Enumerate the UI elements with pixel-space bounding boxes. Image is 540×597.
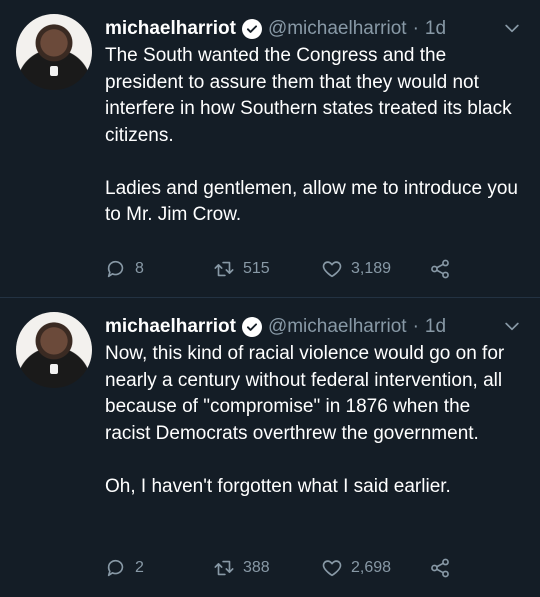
author-handle[interactable]: @michaelharriot <box>268 316 407 338</box>
avatar[interactable] <box>16 14 92 90</box>
author-name[interactable]: michaelharriot <box>105 18 236 40</box>
verified-badge-icon <box>241 317 262 337</box>
tweet-paragraph: The South wanted the Congress and the pr… <box>105 45 512 146</box>
like-count: 2,698 <box>351 559 392 576</box>
chevron-down-icon[interactable] <box>502 18 522 38</box>
retweet-count: 388 <box>243 559 270 576</box>
like-count: 3,189 <box>351 260 392 277</box>
share-button[interactable] <box>429 258 451 280</box>
share-icon <box>431 558 449 578</box>
tweet-header: michaelharriot @michaelharriot · 1d <box>105 14 520 44</box>
separator: · <box>412 316 419 337</box>
tweet-text: Now, this kind of racial violence would … <box>105 341 520 500</box>
tweet[interactable]: michaelharriot @michaelharriot · 1d Now,… <box>0 298 540 596</box>
share-icon <box>431 259 449 279</box>
like-button[interactable]: 3,189 <box>321 258 429 280</box>
retweet-count: 515 <box>243 260 270 277</box>
timestamp[interactable]: 1d <box>425 18 446 40</box>
heart-icon <box>322 261 342 278</box>
retweet-icon <box>214 560 234 576</box>
share-button[interactable] <box>429 557 451 579</box>
heart-icon <box>322 560 342 577</box>
chevron-down-icon[interactable] <box>502 316 522 336</box>
tweet-paragraph: Ladies and gentlemen, allow me to introd… <box>105 177 518 226</box>
author-name[interactable]: michaelharriot <box>105 316 236 338</box>
tweet-actions: 8 515 3,189 <box>105 257 540 281</box>
timestamp[interactable]: 1d <box>425 316 446 338</box>
retweet-icon <box>214 261 234 277</box>
reply-count: 2 <box>135 559 144 576</box>
tweet-actions: 2 388 2,698 <box>105 556 540 580</box>
separator: · <box>412 18 419 39</box>
reply-icon <box>107 260 124 278</box>
tweet-text: The South wanted the Congress and the pr… <box>105 43 520 229</box>
tweet-paragraph: Now, this kind of racial violence would … <box>105 343 505 444</box>
bowtie-detail <box>50 66 58 76</box>
tweet-header: michaelharriot @michaelharriot · 1d <box>105 312 520 342</box>
like-button[interactable]: 2,698 <box>321 557 429 579</box>
tweet-paragraph: Oh, I haven't forgotten what I said earl… <box>105 475 451 497</box>
author-handle[interactable]: @michaelharriot <box>268 18 407 40</box>
tweet[interactable]: michaelharriot @michaelharriot · 1d The … <box>0 0 540 298</box>
verified-badge-icon <box>241 19 262 39</box>
timeline: michaelharriot @michaelharriot · 1d The … <box>0 0 540 596</box>
reply-icon <box>107 559 124 577</box>
retweet-button[interactable]: 388 <box>213 557 321 579</box>
reply-button[interactable]: 8 <box>105 258 213 280</box>
bowtie-detail <box>50 364 58 374</box>
retweet-button[interactable]: 515 <box>213 258 321 280</box>
avatar[interactable] <box>16 312 92 388</box>
reply-count: 8 <box>135 260 144 277</box>
reply-button[interactable]: 2 <box>105 557 213 579</box>
